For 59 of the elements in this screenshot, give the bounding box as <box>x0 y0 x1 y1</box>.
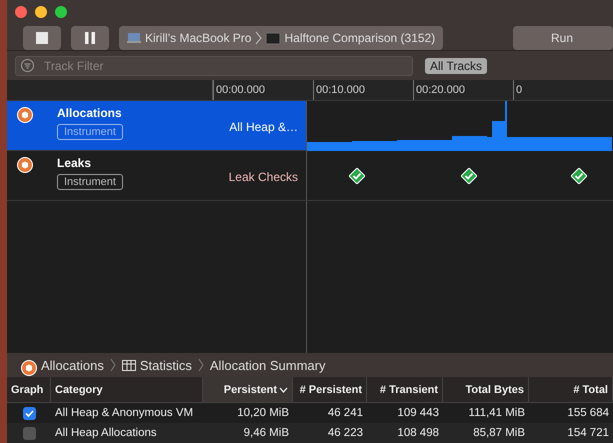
table-cell-text: 46 241 <box>326 406 364 421</box>
minimize-button[interactable] <box>35 6 47 18</box>
chevron-icon <box>198 358 204 372</box>
track-tag: Instrument <box>57 174 123 190</box>
time-label: 0 <box>513 80 613 100</box>
instrument-icon <box>17 157 33 173</box>
laptop-icon <box>127 33 141 43</box>
time-label: 00:20.000 <box>413 80 513 100</box>
table-cell-text: 154 721 <box>566 426 610 441</box>
instrument-icon <box>17 107 33 123</box>
instrument-track[interactable]: Leaks Instrument Leak Checks <box>7 151 613 201</box>
graph-checkbox[interactable] <box>22 406 36 420</box>
check-icon <box>349 168 365 184</box>
column-header[interactable]: Persistent <box>203 377 293 402</box>
track-detail: Leak Checks <box>228 170 298 186</box>
track-filter-field[interactable]: Track Filter <box>15 56 413 76</box>
breadcrumb-item[interactable]: Statistics <box>140 358 192 372</box>
pause-icon <box>85 32 95 44</box>
track-detail: All Heap &… <box>229 120 298 136</box>
stop-button[interactable] <box>23 26 61 50</box>
table-cell-text: 155 684 <box>566 406 610 421</box>
pause-button[interactable] <box>71 26 109 50</box>
chevron-icon <box>255 31 262 45</box>
instrument-icon <box>21 360 37 376</box>
chevron-icon <box>110 358 116 372</box>
instrument-track[interactable]: Allocations Instrument All Heap &… <box>7 101 613 151</box>
table-cell-text: 111,41 MiB <box>468 406 526 421</box>
breadcrumb-item[interactable]: Allocation Summary <box>210 358 326 372</box>
target-selector[interactable]: Kirill’s MacBook Pro Halftone Comparison (3152) <box>119 26 444 50</box>
table-icon <box>122 360 136 370</box>
all-tracks-button[interactable]: All Tracks <box>425 58 488 74</box>
table-cell-text: 109 443 <box>396 406 440 421</box>
breadcrumb-item[interactable]: Allocations <box>41 358 104 372</box>
column-header[interactable]: # Total <box>529 377 613 402</box>
table-cell-text: 108 498 <box>396 426 440 441</box>
table-cell-text: 85,87 MiB <box>472 426 526 441</box>
time-label: 00:10.000 <box>313 80 413 100</box>
column-header[interactable]: Total Bytes <box>443 377 529 402</box>
track-name: Leaks <box>57 156 92 170</box>
column-header[interactable]: Graph <box>7 377 51 402</box>
time-label: 00:00.000 <box>213 80 313 100</box>
sort-chevron-icon <box>279 386 288 392</box>
terminal-icon <box>266 32 280 44</box>
check-icon <box>571 168 587 184</box>
table-cell-text: 46 223 <box>326 426 364 441</box>
table-cell-text: 9,46 MiB <box>242 426 290 441</box>
graph-checkbox[interactable] <box>22 426 36 440</box>
table-cell-text: 10,20 MiB <box>236 406 290 421</box>
table-cell-text: All Heap Allocations <box>54 426 158 441</box>
check-icon <box>461 168 477 184</box>
run-button[interactable]: Run <box>513 26 613 50</box>
filter-icon <box>21 58 34 72</box>
track-tag: Instrument <box>57 124 123 140</box>
column-header[interactable]: # Transient <box>367 377 443 402</box>
close-button[interactable] <box>15 6 27 18</box>
column-header[interactable]: # Persistent <box>293 377 367 402</box>
zoom-button[interactable] <box>55 6 67 18</box>
track-name: Allocations <box>57 106 122 120</box>
table-cell-text: All Heap & Anonymous VM <box>54 406 194 421</box>
